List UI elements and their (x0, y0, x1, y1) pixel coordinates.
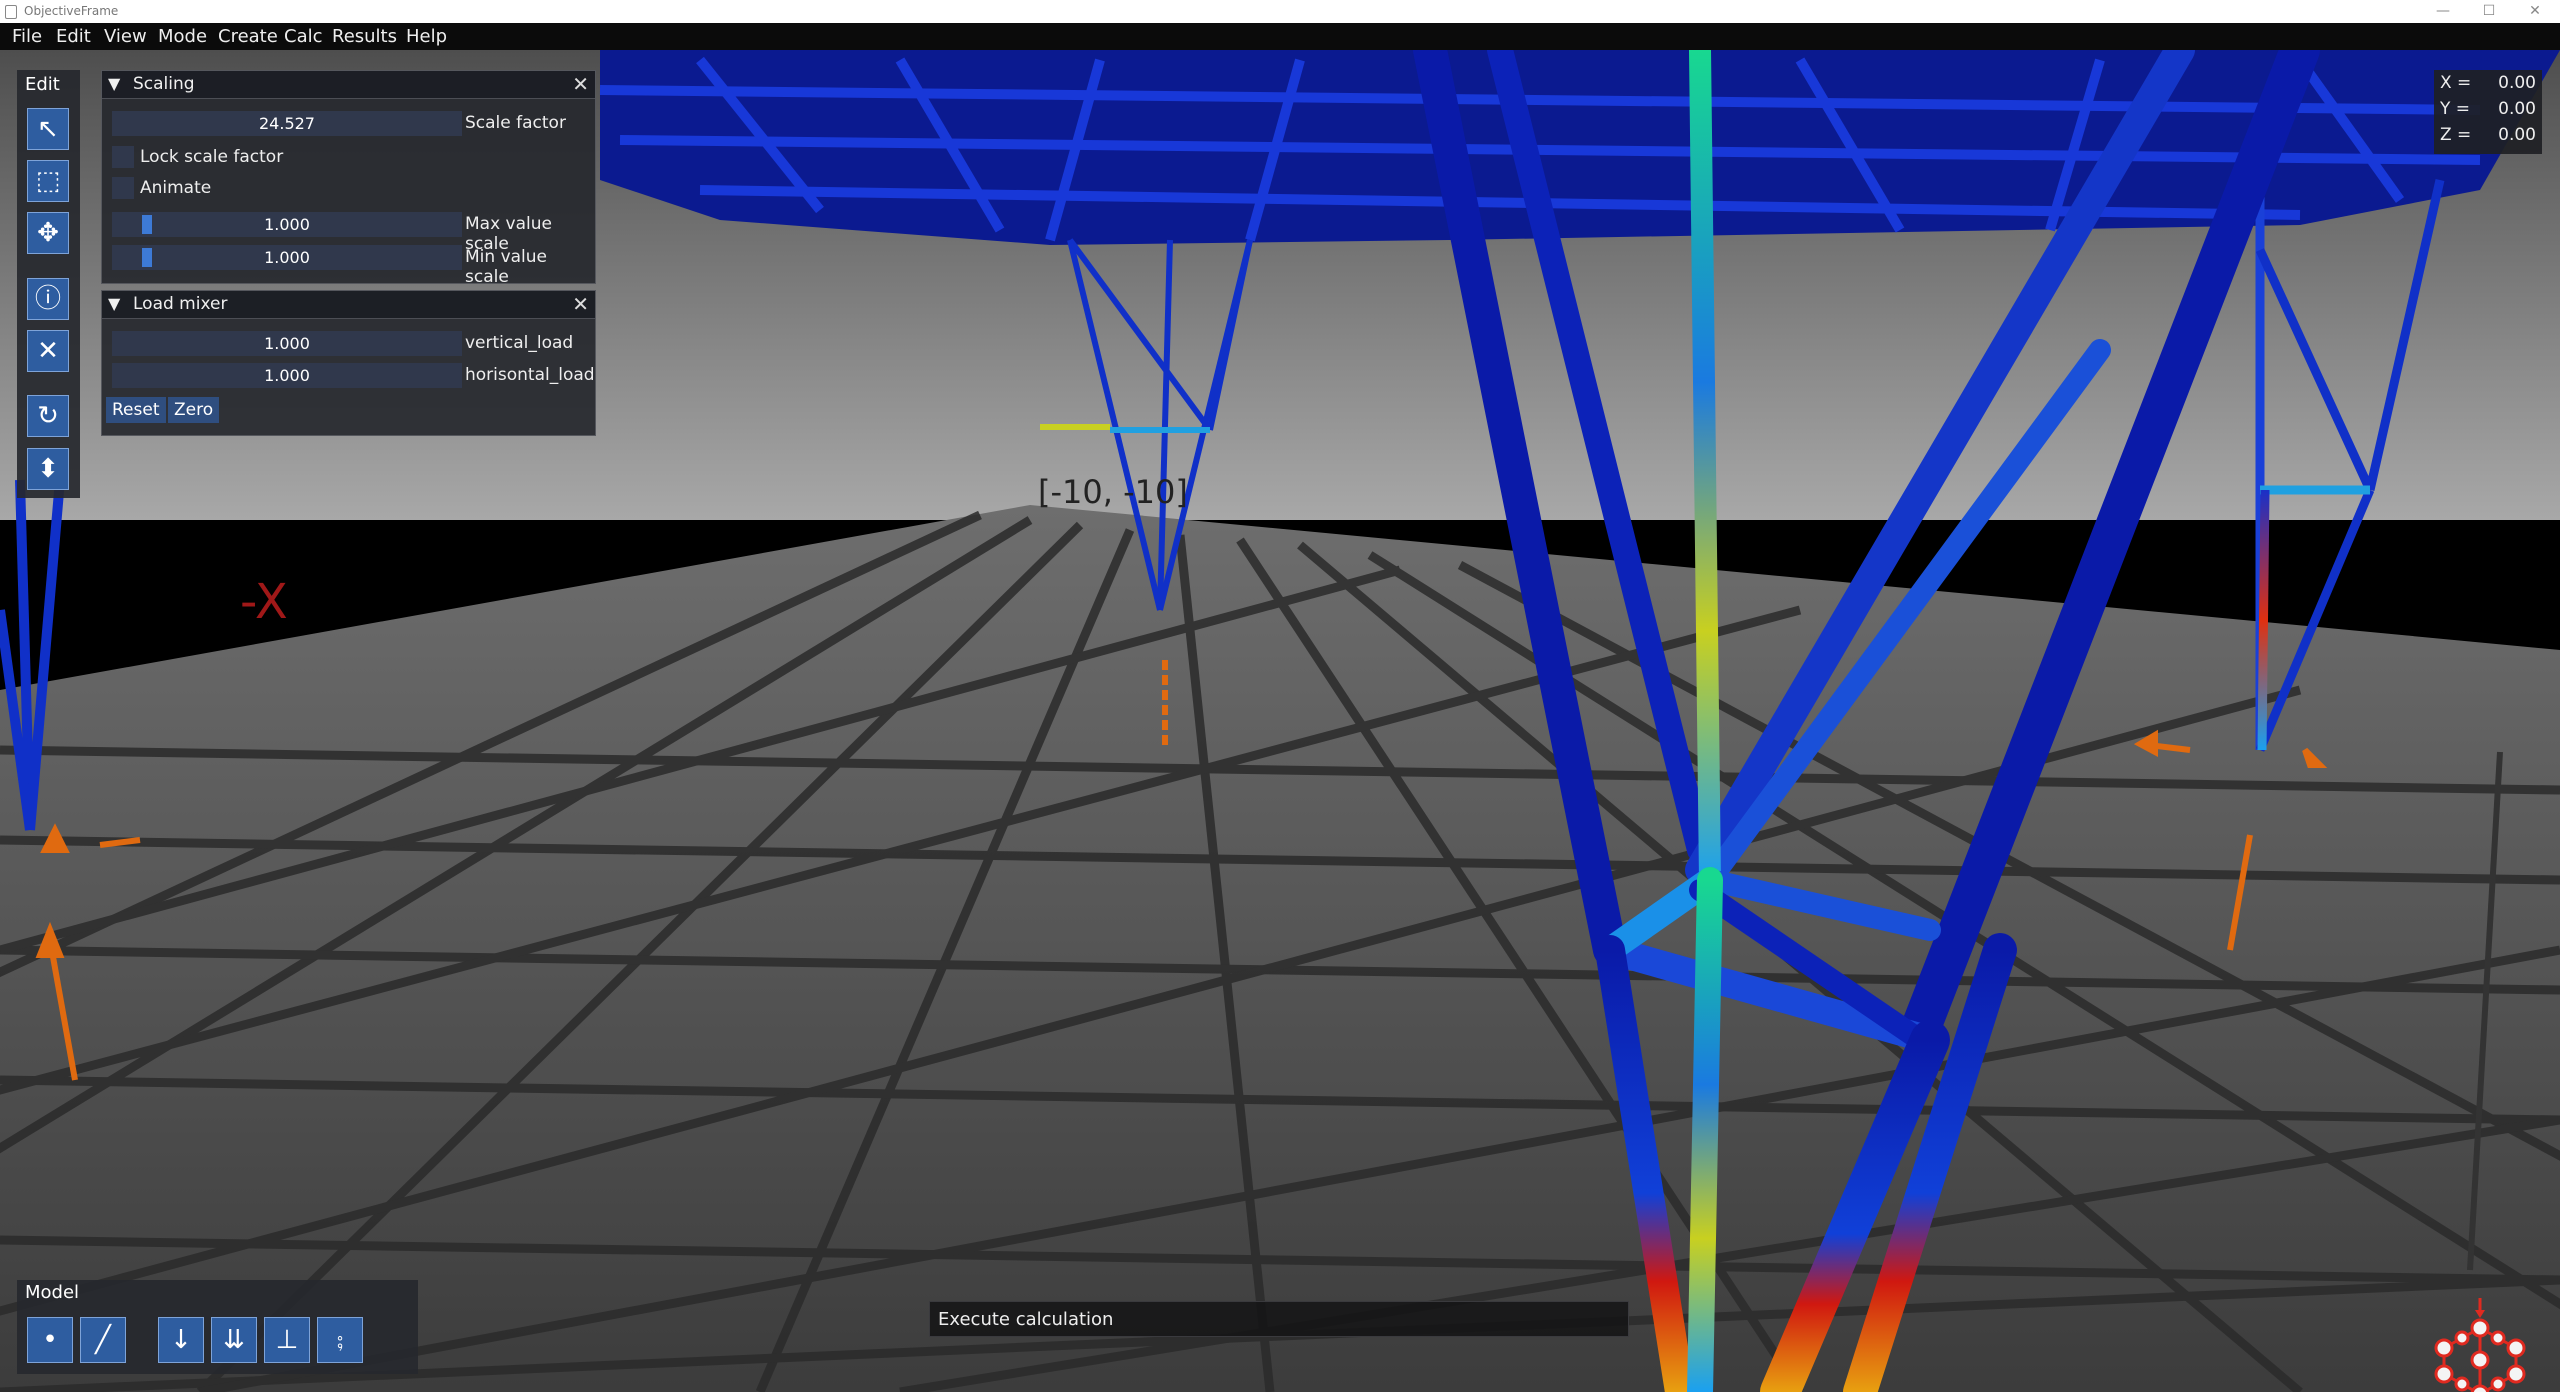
menu-help[interactable]: Help (406, 26, 447, 47)
menu-mode[interactable]: Mode (158, 26, 207, 47)
axis-label-neg-x: -X (240, 574, 288, 630)
title-bar: ObjectiveFrame — ☐ ✕ (0, 0, 2560, 23)
box-select-icon: ⬚ (35, 166, 61, 196)
beam-load-icon: ⇊ (223, 1325, 245, 1355)
beam-icon: ╱ (95, 1325, 111, 1355)
menu-view[interactable]: View (104, 26, 147, 47)
node-icon: • (42, 1325, 58, 1355)
add-beam-button[interactable]: ╱ (80, 1317, 126, 1363)
close-icon[interactable]: ✕ (572, 72, 589, 96)
grid-coordinate-label: [-10, -10] (1038, 473, 1188, 511)
max-value-scale-slider[interactable]: 1.000 (112, 212, 462, 237)
console-output: Execute calculation (929, 1301, 1629, 1337)
animate-label: Animate (140, 178, 212, 198)
collapse-triangle-icon[interactable]: ▼ (108, 74, 120, 93)
app-icon (5, 5, 17, 19)
beam-boundary-condition-button[interactable]: ⨟ (317, 1317, 363, 1363)
close-window-button[interactable]: ✕ (2512, 1, 2558, 21)
menu-results[interactable]: Results (332, 26, 397, 47)
window-title: ObjectiveFrame (24, 4, 119, 18)
menu-bar: File Edit View Mode Create Calc Results … (0, 23, 2560, 50)
scale-factor-label: Scale factor (465, 113, 566, 133)
load-mixer-panel-title: Load mixer (133, 294, 228, 314)
beam-bc-icon: ⨟ (336, 1325, 344, 1355)
x-coordinate-value: 0.00 (2498, 73, 2536, 93)
select-icon: ↖ (37, 114, 59, 144)
reset-button[interactable]: Reset (106, 397, 166, 423)
load-mixer-panel-header[interactable]: ▼ Load mixer ✕ (102, 291, 595, 319)
node-bc-icon: ⊥ (275, 1325, 299, 1355)
animate-checkbox[interactable] (112, 177, 134, 199)
lock-scale-factor-label: Lock scale factor (140, 147, 284, 167)
menu-file[interactable]: File (12, 26, 42, 47)
coordinate-readout: X = 0.00 Y = 0.00 Z = 0.00 (2434, 70, 2542, 154)
slider-grab[interactable] (142, 215, 152, 234)
node-load-icon: ↓ (170, 1325, 192, 1355)
rotate-icon: ↻ (37, 401, 59, 431)
scaling-panel: ▼ Scaling ✕ 24.527 Scale factor Lock sca… (101, 70, 596, 287)
y-coordinate-value: 0.00 (2498, 99, 2536, 119)
vertical-load-value: 1.000 (264, 334, 310, 353)
minimize-button[interactable]: — (2420, 1, 2466, 21)
close-icon[interactable]: ✕ (572, 292, 589, 316)
menu-calc[interactable]: Calc (284, 26, 323, 47)
transform-tool-button[interactable]: ⬍ (27, 448, 69, 490)
console-text: Execute calculation (938, 1309, 1114, 1330)
horisontal-load-slider[interactable]: 1.000 (112, 363, 462, 388)
lock-scale-factor-checkbox[interactable] (112, 146, 134, 168)
min-value-scale-value: 1.000 (264, 248, 310, 267)
scaling-panel-header[interactable]: ▼ Scaling ✕ (102, 71, 595, 99)
add-node-button[interactable]: • (27, 1317, 73, 1363)
move-tool-button[interactable]: ✥ (27, 212, 69, 254)
scale-factor-value: 24.527 (259, 114, 315, 133)
move-icon: ✥ (37, 218, 59, 248)
horisontal-load-label: horisontal_load (465, 365, 595, 385)
model-toolbar-label: Model (25, 1282, 80, 1303)
y-coordinate-label: Y = (2440, 99, 2471, 119)
slider-grab[interactable] (142, 248, 152, 267)
menu-create[interactable]: Create (218, 26, 278, 47)
scaling-panel-title: Scaling (133, 74, 195, 94)
horisontal-load-value: 1.000 (264, 366, 310, 385)
box-select-tool-button[interactable]: ⬚ (27, 160, 69, 202)
select-tool-button[interactable]: ↖ (27, 108, 69, 150)
menu-edit[interactable]: Edit (56, 26, 91, 47)
node-boundary-condition-button[interactable]: ⊥ (264, 1317, 310, 1363)
rotate-tool-button[interactable]: ↻ (27, 395, 69, 437)
maximize-button[interactable]: ☐ (2466, 1, 2512, 21)
clear-icon: ✕ (37, 336, 59, 366)
scale-factor-input[interactable]: 24.527 (112, 111, 462, 136)
z-coordinate-value: 0.00 (2498, 125, 2536, 145)
node-load-button[interactable]: ↓ (158, 1317, 204, 1363)
zero-button[interactable]: Zero (168, 397, 220, 423)
z-coordinate-label: Z = (2440, 125, 2472, 145)
model-toolbar: Model • ╱ ↓ ⇊ ⊥ ⨟ (17, 1280, 418, 1374)
min-value-scale-slider[interactable]: 1.000 (112, 245, 462, 270)
inspect-tool-button[interactable]: ⓘ (27, 278, 69, 320)
transform-icon: ⬍ (37, 454, 59, 484)
min-value-scale-label: Min value scale (465, 247, 548, 287)
vertical-load-slider[interactable]: 1.000 (112, 331, 462, 356)
edit-toolbox-label: Edit (25, 74, 60, 95)
beam-load-button[interactable]: ⇊ (211, 1317, 257, 1363)
clear-tool-button[interactable]: ✕ (27, 330, 69, 372)
vertical-load-label: vertical_load (465, 333, 574, 353)
inspect-icon: ⓘ (34, 284, 61, 314)
x-coordinate-label: X = (2440, 73, 2472, 93)
max-value-scale-value: 1.000 (264, 215, 310, 234)
collapse-triangle-icon[interactable]: ▼ (108, 294, 120, 313)
load-mixer-panel: ▼ Load mixer ✕ 1.000 vertical_load 1.000… (101, 290, 596, 436)
edit-toolbox: Edit ↖ ⬚ ✥ ⓘ ✕ ↻ ⬍ (17, 70, 80, 498)
